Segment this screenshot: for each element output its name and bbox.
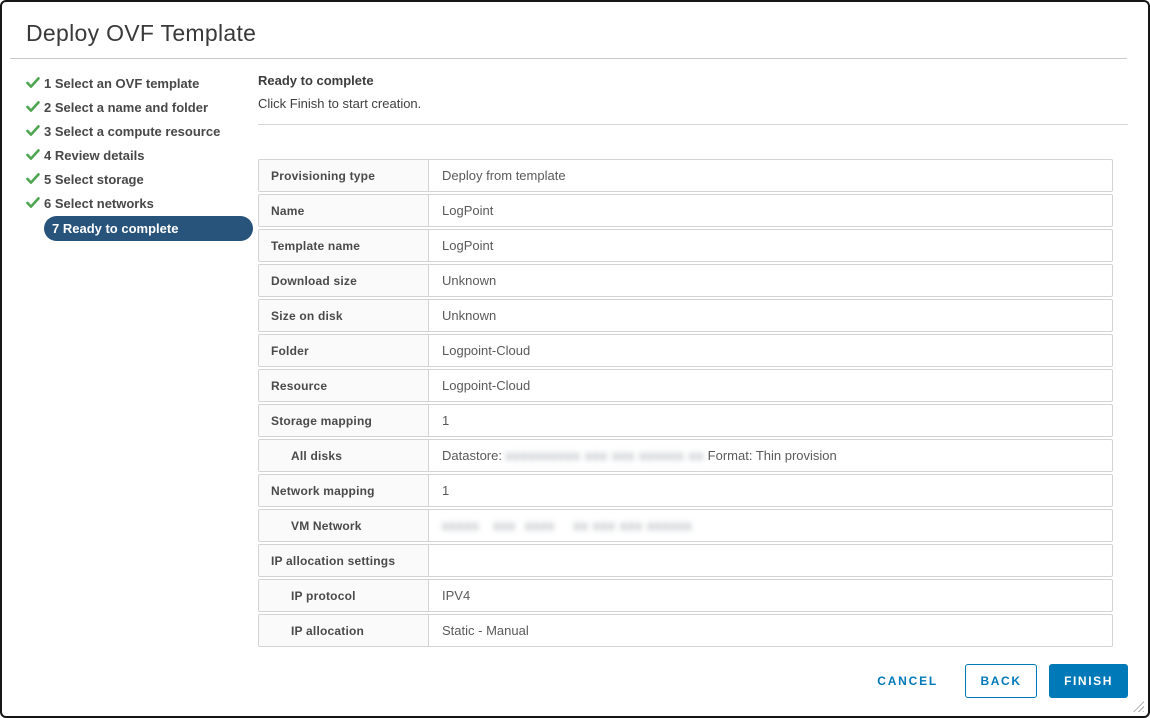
footer-buttons: CANCEL BACK FINISH bbox=[258, 664, 1128, 698]
wizard-step-label: 2 Select a name and folder bbox=[44, 99, 209, 115]
row-label: IP protocol bbox=[259, 580, 429, 611]
check-icon bbox=[26, 125, 41, 137]
deploy-ovf-dialog: Deploy OVF Template 1 Select an OVF temp… bbox=[0, 0, 1150, 718]
row-label: Resource bbox=[259, 370, 429, 401]
resize-grip[interactable] bbox=[1133, 701, 1144, 712]
wizard-step-label: 5 Select storage bbox=[44, 171, 144, 187]
check-icon bbox=[26, 101, 41, 113]
check-icon bbox=[26, 197, 41, 209]
table-row: Folder Logpoint-Cloud bbox=[258, 334, 1113, 367]
wizard-step-label: 4 Review details bbox=[44, 147, 145, 163]
row-label: IP allocation settings bbox=[259, 545, 429, 576]
table-row: Provisioning type Deploy from template bbox=[258, 159, 1113, 192]
back-button[interactable]: BACK bbox=[965, 664, 1038, 698]
dialog-body: 1 Select an OVF template 2 Select a name… bbox=[2, 59, 1148, 698]
dialog-title: Deploy OVF Template bbox=[26, 20, 257, 46]
row-label: Network mapping bbox=[259, 475, 429, 506]
wizard-step-2[interactable]: 2 Select a name and folder bbox=[26, 95, 258, 119]
wizard-step-label: 3 Select a compute resource bbox=[44, 123, 221, 139]
main-panel: Ready to complete Click Finish to start … bbox=[258, 59, 1148, 698]
row-label: Storage mapping bbox=[259, 405, 429, 436]
panel-subheading: Click Finish to start creation. bbox=[258, 96, 422, 111]
row-value: 1 bbox=[442, 483, 450, 498]
check-icon bbox=[26, 149, 41, 161]
finish-button[interactable]: FINISH bbox=[1049, 664, 1128, 698]
row-label: IP allocation bbox=[259, 615, 429, 646]
table-row: IP protocol IPV4 bbox=[258, 579, 1113, 612]
row-value: Datastore: xxxxxxxxxx xxx xxx xxxxxx xx … bbox=[442, 448, 837, 463]
row-label: Folder bbox=[259, 335, 429, 366]
table-row: Storage mapping 1 bbox=[258, 404, 1113, 437]
row-label: Template name bbox=[259, 230, 429, 261]
table-row: VM Network xxxxx xxx xxxx xx xxx xxx xxx… bbox=[258, 509, 1113, 542]
wizard-step-1[interactable]: 1 Select an OVF template bbox=[26, 71, 258, 95]
wizard-step-5[interactable]: 5 Select storage bbox=[26, 167, 258, 191]
panel-separator bbox=[258, 124, 1128, 125]
row-value: Deploy from template bbox=[442, 168, 566, 183]
row-value: Static - Manual bbox=[442, 623, 529, 638]
table-row: Size on disk Unknown bbox=[258, 299, 1113, 332]
table-row: Resource Logpoint-Cloud bbox=[258, 369, 1113, 402]
check-icon bbox=[26, 77, 41, 89]
row-label: Download size bbox=[259, 265, 429, 296]
table-row: All disks Datastore: xxxxxxxxxx xxx xxx … bbox=[258, 439, 1113, 472]
wizard-step-label: 6 Select networks bbox=[44, 195, 154, 211]
row-value: Logpoint-Cloud bbox=[442, 343, 531, 358]
table-row: IP allocation settings bbox=[258, 544, 1113, 577]
row-value: Unknown bbox=[442, 273, 497, 288]
row-value: Unknown bbox=[442, 308, 497, 323]
redacted-text: xxxxxxxxxx xxx xxx xxxxxx xx bbox=[505, 448, 705, 463]
row-label: Provisioning type bbox=[259, 160, 429, 191]
summary-table: Provisioning type Deploy from template N… bbox=[258, 159, 1113, 647]
wizard-step-6[interactable]: 6 Select networks bbox=[26, 191, 258, 215]
check-icon bbox=[26, 173, 41, 185]
cancel-button[interactable]: CANCEL bbox=[877, 664, 938, 698]
wizard-step-3[interactable]: 3 Select a compute resource bbox=[26, 119, 258, 143]
row-label: All disks bbox=[259, 440, 429, 471]
row-value bbox=[429, 545, 1112, 576]
table-row: Network mapping 1 bbox=[258, 474, 1113, 507]
redacted-text: xxxxx xxx xxxx xx xxx xxx xxxxxx bbox=[442, 518, 693, 533]
wizard-step-label: 7 Ready to complete bbox=[44, 215, 253, 241]
table-row: Name LogPoint bbox=[258, 194, 1113, 227]
wizard-steps: 1 Select an OVF template 2 Select a name… bbox=[26, 59, 258, 698]
row-value: LogPoint bbox=[442, 203, 494, 218]
row-label: Name bbox=[259, 195, 429, 226]
wizard-step-4[interactable]: 4 Review details bbox=[26, 143, 258, 167]
row-label: Size on disk bbox=[259, 300, 429, 331]
row-value: LogPoint bbox=[442, 238, 494, 253]
row-value: IPV4 bbox=[442, 588, 471, 603]
row-value: 1 bbox=[442, 413, 450, 428]
wizard-step-7[interactable]: 7 Ready to complete bbox=[26, 215, 258, 241]
wizard-step-label: 1 Select an OVF template bbox=[44, 75, 200, 91]
table-row: IP allocation Static - Manual bbox=[258, 614, 1113, 647]
table-row: Template name LogPoint bbox=[258, 229, 1113, 262]
table-row: Download size Unknown bbox=[258, 264, 1113, 297]
row-value: xxxxx xxx xxxx xx xxx xxx xxxxxx bbox=[429, 510, 1112, 541]
row-value: Logpoint-Cloud bbox=[442, 378, 531, 393]
panel-heading: Ready to complete bbox=[258, 73, 374, 88]
row-label: VM Network bbox=[259, 510, 429, 541]
